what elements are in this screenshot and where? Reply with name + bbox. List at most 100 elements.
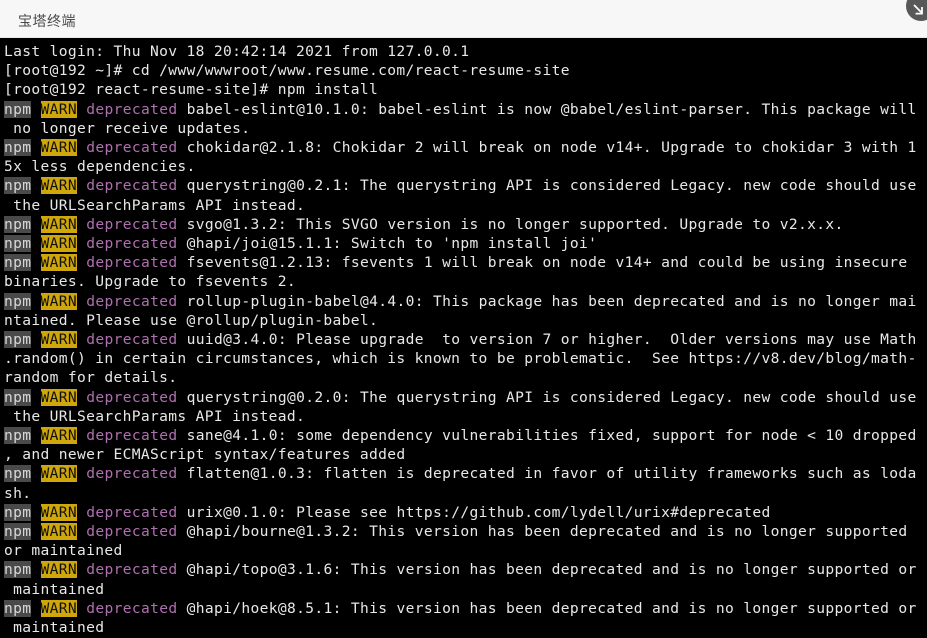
terminal-segment: [root@192 ~]# cd /www/wwwroot/www.resume…: [4, 62, 570, 80]
terminal-segment: WARN: [40, 503, 78, 521]
terminal-segment: [77, 177, 86, 194]
terminal-segment: WARN: [40, 427, 78, 445]
terminal-segment: sh.: [4, 484, 32, 502]
terminal-line: npm WARN deprecated rollup-plugin-babel@…: [4, 292, 927, 311]
terminal-segment: deprecated: [86, 561, 178, 579]
terminal-segment: npm: [4, 100, 32, 118]
terminal-segment: [31, 465, 40, 482]
terminal-segment: , and newer ECMAScript syntax/features a…: [4, 446, 406, 464]
terminal-segment: Last login: Thu Nov 18 20:42:14 2021 fro…: [4, 43, 470, 60]
terminal-segment: urix@0.1.0: Please see https://github.co…: [177, 503, 771, 521]
terminal-line: maintained: [4, 618, 927, 637]
terminal-segment: [31, 427, 40, 444]
terminal-line: or maintained: [4, 541, 927, 560]
terminal-line: [root@192 react-resume-site]# npm instal…: [4, 80, 927, 99]
terminal-segment: npm: [4, 561, 32, 579]
terminal-segment: rollup-plugin-babel@4.4.0: This package …: [177, 292, 917, 310]
terminal-line: [root@192 ~]# cd /www/wwwroot/www.resume…: [4, 61, 927, 80]
terminal-line: Last login: Thu Nov 18 20:42:14 2021 fro…: [4, 42, 927, 61]
terminal-segment: [77, 254, 86, 271]
terminal-segment: npm: [4, 139, 32, 157]
terminal-segment: deprecated: [86, 503, 178, 521]
terminal-line: npm WARN deprecated querystring@0.2.1: T…: [4, 176, 927, 195]
terminal-segment: deprecated: [86, 254, 178, 272]
terminal-segment: binaries. Upgrade to fsevents 2.: [4, 273, 297, 291]
terminal-segment: @hapi/hoek@8.5.1: This version has been …: [177, 599, 917, 617]
terminal-segment: @hapi/joi@15.1.1: Switch to 'npm install…: [177, 235, 598, 253]
terminal-segment: [77, 465, 86, 482]
terminal-segment: WARN: [40, 599, 78, 617]
terminal-line: ntained. Please use @rollup/plugin-babel…: [4, 311, 927, 330]
terminal-line: maintained: [4, 580, 927, 599]
terminal-segment: [31, 331, 40, 348]
terminal-line: npm WARN deprecated @hapi/bourne@1.3.2: …: [4, 522, 927, 541]
terminal-line: npm WARN deprecated urix@0.1.0: Please s…: [4, 503, 927, 522]
terminal-segment: [31, 177, 40, 194]
terminal-segment: npm: [4, 331, 32, 349]
terminal-line: npm WARN deprecated flatten@1.0.3: flatt…: [4, 464, 927, 483]
terminal-line: npm WARN deprecated uuid@3.4.0: Please u…: [4, 330, 927, 349]
terminal-line: npm WARN deprecated svgo@1.3.2: This SVG…: [4, 215, 927, 234]
terminal-segment: random for details.: [4, 369, 178, 387]
terminal-segment: the URLSearchParams API instead.: [4, 196, 306, 214]
terminal-line: 5x less dependencies.: [4, 157, 927, 176]
terminal-segment: WARN: [40, 215, 78, 233]
terminal-segment: npm: [4, 254, 32, 272]
terminal-segment: deprecated: [86, 523, 178, 541]
terminal-line: binaries. Upgrade to fsevents 2.: [4, 272, 927, 291]
terminal-segment: WARN: [40, 388, 78, 406]
terminal-segment: [31, 389, 40, 406]
terminal-segment: maintained: [4, 619, 105, 637]
terminal-segment: [31, 523, 40, 540]
terminal-segment: WARN: [40, 235, 78, 253]
terminal-segment: deprecated: [86, 388, 178, 406]
terminal-segment: WARN: [40, 292, 78, 310]
terminal-segment: [31, 139, 40, 156]
terminal-segment: @hapi/bourne@1.3.2: This version has bee…: [177, 523, 908, 541]
terminal-segment: npm: [4, 235, 32, 253]
terminal-output[interactable]: Last login: Thu Nov 18 20:42:14 2021 fro…: [0, 38, 927, 638]
terminal-segment: [31, 101, 40, 118]
terminal-segment: npm: [4, 503, 32, 521]
terminal-segment: [31, 254, 40, 271]
expand-arrow-icon[interactable]: [906, 0, 927, 21]
terminal-segment: [77, 389, 86, 406]
terminal-segment: deprecated: [86, 139, 178, 157]
terminal-segment: [31, 235, 40, 252]
terminal-segment: the URLSearchParams API instead.: [4, 407, 306, 425]
terminal-line: random for details.: [4, 368, 927, 387]
window-title: 宝塔终端: [18, 14, 76, 30]
terminal-line: no longer receive updates.: [4, 119, 927, 138]
terminal-segment: npm: [4, 465, 32, 483]
terminal-segment: deprecated: [86, 465, 178, 483]
terminal-segment: maintained: [4, 580, 105, 598]
terminal-segment: npm: [4, 427, 32, 445]
terminal-segment: deprecated: [86, 292, 178, 310]
terminal-segment: deprecated: [86, 427, 178, 445]
terminal-segment: [31, 600, 40, 617]
terminal-segment: npm: [4, 523, 32, 541]
terminal-segment: WARN: [40, 254, 78, 272]
terminal-segment: WARN: [40, 465, 78, 483]
terminal-segment: [31, 293, 40, 310]
terminal-segment: WARN: [40, 561, 78, 579]
terminal-line: npm WARN deprecated sane@4.1.0: some dep…: [4, 426, 927, 445]
terminal-line: npm WARN deprecated @hapi/joi@15.1.1: Sw…: [4, 234, 927, 253]
terminal-segment: WARN: [40, 523, 78, 541]
terminal-segment: [31, 561, 40, 578]
terminal-segment: no longer receive updates.: [4, 119, 251, 137]
terminal-segment: deprecated: [86, 235, 178, 253]
window-titlebar: 宝塔终端: [0, 0, 927, 38]
terminal-line: npm WARN deprecated @hapi/hoek@8.5.1: Th…: [4, 599, 927, 618]
terminal-segment: deprecated: [86, 177, 178, 195]
terminal-segment: babel-eslint@10.1.0: babel-eslint is now…: [177, 100, 917, 118]
terminal-segment: flatten@1.0.3: flatten is deprecated in …: [177, 465, 917, 483]
terminal-segment: [77, 561, 86, 578]
terminal-segment: WARN: [40, 331, 78, 349]
terminal-line: npm WARN deprecated @hapi/topo@3.1.6: Th…: [4, 560, 927, 579]
terminal-segment: npm: [4, 215, 32, 233]
terminal-segment: deprecated: [86, 331, 178, 349]
terminal-segment: ntained. Please use @rollup/plugin-babel…: [4, 311, 379, 329]
terminal-segment: .random() in certain circumstances, whic…: [4, 350, 917, 368]
terminal-segment: querystring@0.2.1: The querystring API i…: [177, 177, 917, 195]
